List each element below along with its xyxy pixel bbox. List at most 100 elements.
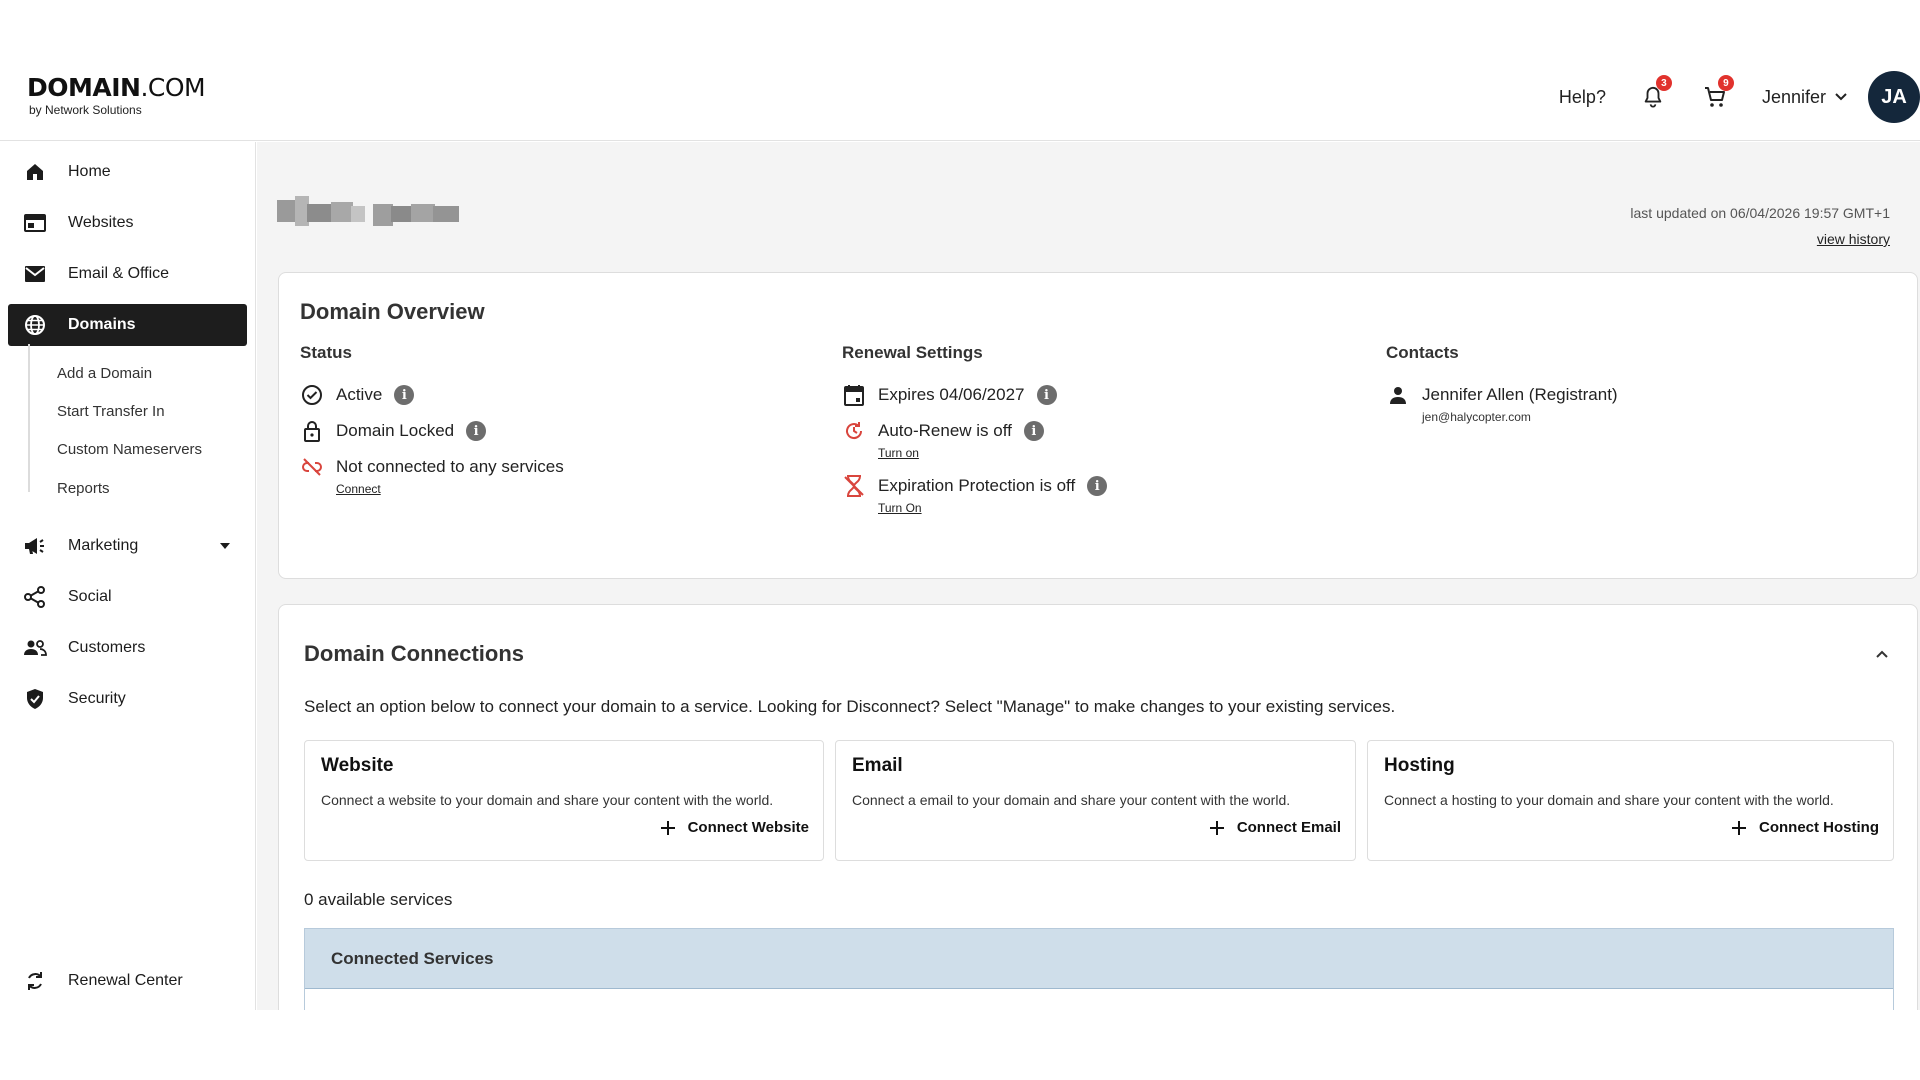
sidebar-subitem-start-transfer[interactable]: Start Transfer In bbox=[57, 403, 165, 420]
domain-connections-title: Domain Connections bbox=[304, 641, 525, 666]
sidebar-item-label: Marketing bbox=[68, 537, 139, 554]
contact-name: Jennifer Allen (Registrant) bbox=[1422, 385, 1618, 404]
info-icon[interactable]: i bbox=[1087, 476, 1108, 496]
home-icon bbox=[22, 159, 48, 185]
lock-icon bbox=[300, 419, 324, 443]
auto-renew-text: Auto-Renew is off bbox=[878, 421, 1012, 440]
plus-icon bbox=[660, 820, 675, 835]
user-menu[interactable]: Jennifer bbox=[1762, 87, 1848, 108]
sidebar-item-home[interactable]: Home bbox=[8, 151, 247, 193]
globe-icon bbox=[22, 312, 48, 338]
shield-icon bbox=[22, 686, 48, 712]
status-heading: Status bbox=[300, 343, 352, 362]
sidebar-item-renewal-center[interactable]: Renewal Center bbox=[8, 960, 247, 1002]
top-header: DOMAIN.COM by Network Solutions Help? 3 … bbox=[0, 0, 1920, 141]
connected-services-panel: Connected Services bbox=[304, 928, 1894, 1010]
mail-icon bbox=[22, 261, 48, 287]
service-title: Hosting bbox=[1384, 755, 1455, 776]
button-label: Connect Email bbox=[1236, 819, 1341, 836]
connected-services-heading: Connected Services bbox=[305, 929, 1893, 989]
info-icon[interactable]: i bbox=[466, 421, 487, 441]
cart-badge: 9 bbox=[1717, 75, 1734, 91]
megaphone-icon bbox=[22, 533, 48, 559]
domain-overview-title: Domain Overview bbox=[300, 299, 485, 324]
info-icon[interactable]: i bbox=[1036, 385, 1057, 405]
connect-link[interactable]: Connect bbox=[336, 482, 381, 496]
sidebar-item-marketing[interactable]: Marketing bbox=[8, 525, 247, 567]
auto-renew-turn-on-link[interactable]: Turn on bbox=[878, 446, 919, 460]
avatar[interactable]: JA bbox=[1868, 71, 1920, 123]
domain-name-redacted bbox=[277, 196, 459, 226]
service-description: Connect a email to your domain and share… bbox=[852, 792, 1291, 808]
help-link[interactable]: Help? bbox=[1559, 87, 1606, 108]
websites-icon bbox=[22, 210, 48, 236]
cart-button[interactable]: 9 bbox=[1700, 75, 1734, 112]
expires-text: Expires 04/06/2027 bbox=[878, 385, 1025, 404]
expiration-protection-text: Expiration Protection is off bbox=[878, 476, 1076, 495]
service-description: Connect a website to your domain and sha… bbox=[321, 792, 774, 808]
status-connection-row: Not connected to any services bbox=[300, 455, 564, 479]
view-history-link[interactable]: view history bbox=[1817, 231, 1890, 247]
expires-row: Expires 04/06/2027 i bbox=[842, 383, 1107, 407]
notifications-badge: 3 bbox=[1655, 75, 1672, 91]
sidebar-item-social[interactable]: Social bbox=[8, 576, 247, 618]
user-name: Jennifer bbox=[1761, 86, 1826, 107]
available-services-count: 0 available services bbox=[304, 890, 453, 909]
renewal-heading: Renewal Settings bbox=[842, 343, 983, 362]
service-description: Connect a hosting to your domain and sha… bbox=[1384, 792, 1834, 808]
chevron-down-icon bbox=[1835, 93, 1847, 101]
sidebar-item-email-office[interactable]: Email & Office bbox=[8, 253, 247, 295]
link-off-icon bbox=[300, 455, 324, 479]
logo-tagline: by Network Solutions bbox=[29, 103, 142, 117]
domain-connections-card: Domain Connections Select an option belo… bbox=[278, 604, 1918, 1010]
sidebar-item-customers[interactable]: Customers bbox=[8, 627, 247, 669]
caret-down-icon bbox=[220, 543, 230, 549]
calendar-icon bbox=[842, 383, 866, 407]
sidebar-item-label: Renewal Center bbox=[68, 972, 183, 989]
contacts-heading: Contacts bbox=[1386, 343, 1459, 362]
sidebar-item-security[interactable]: Security bbox=[8, 678, 247, 720]
domain-connections-description: Select an option below to connect your d… bbox=[304, 697, 1396, 716]
last-updated-text: last updated on 06/04/2026 19:57 GMT+1 bbox=[1630, 205, 1890, 221]
status-locked-text: Domain Locked bbox=[336, 421, 455, 440]
expiration-protection-turn-on-link[interactable]: Turn On bbox=[878, 501, 922, 515]
service-title: Website bbox=[321, 755, 394, 776]
contact-email: jen@halycopter.com bbox=[1422, 410, 1531, 424]
main-content: last updated on 06/04/2026 19:57 GMT+1 v… bbox=[257, 142, 1920, 1010]
refresh-icon bbox=[22, 968, 48, 994]
button-label: Connect Website bbox=[687, 819, 809, 836]
sidebar-item-label: Domains bbox=[68, 316, 136, 333]
sidebar-item-label: Security bbox=[68, 690, 126, 707]
status-locked-row: Domain Locked i bbox=[300, 419, 564, 443]
status-column: Status Active i Domain Locked i Not conn… bbox=[300, 343, 564, 498]
notifications-button[interactable]: 3 bbox=[1638, 75, 1672, 112]
info-icon[interactable]: i bbox=[394, 385, 415, 405]
logo-text: DOMAIN.COM bbox=[27, 73, 206, 102]
service-card-hosting: Hosting Connect a hosting to your domain… bbox=[1367, 740, 1894, 861]
status-connection-text: Not connected to any services bbox=[336, 457, 564, 476]
sidebar-subitem-reports[interactable]: Reports bbox=[57, 480, 110, 497]
connect-hosting-button[interactable]: Connect Hosting bbox=[1731, 819, 1879, 836]
sidebar: Home Websites Email & Office Domains Add… bbox=[0, 142, 256, 1010]
sidebar-subitem-add-domain[interactable]: Add a Domain bbox=[57, 365, 152, 382]
chevron-up-icon[interactable] bbox=[1875, 649, 1889, 659]
sidebar-item-websites[interactable]: Websites bbox=[8, 202, 247, 244]
connect-email-button[interactable]: Connect Email bbox=[1209, 819, 1341, 836]
submenu-rail bbox=[28, 344, 30, 492]
info-icon[interactable]: i bbox=[1023, 421, 1044, 441]
connect-website-button[interactable]: Connect Website bbox=[660, 819, 809, 836]
check-circle-icon bbox=[300, 383, 324, 407]
brand-logo[interactable]: DOMAIN.COM by Network Solutions bbox=[27, 73, 206, 118]
person-icon bbox=[1386, 383, 1410, 407]
sidebar-item-label: Email & Office bbox=[68, 265, 170, 282]
hourglass-off-icon bbox=[842, 474, 866, 498]
expiration-protection-row: Expiration Protection is off i bbox=[842, 474, 1108, 498]
service-card-website: Website Connect a website to your domain… bbox=[304, 740, 824, 861]
sidebar-item-label: Social bbox=[68, 588, 112, 605]
sidebar-item-label: Customers bbox=[68, 639, 146, 656]
share-icon bbox=[22, 584, 48, 610]
sidebar-item-domains[interactable]: Domains bbox=[8, 304, 247, 346]
sidebar-subitem-custom-nameservers[interactable]: Custom Nameservers bbox=[57, 441, 202, 458]
service-title: Email bbox=[852, 755, 903, 776]
renewal-column: Renewal Settings Expires 04/06/2027 i Au… bbox=[842, 343, 1108, 517]
